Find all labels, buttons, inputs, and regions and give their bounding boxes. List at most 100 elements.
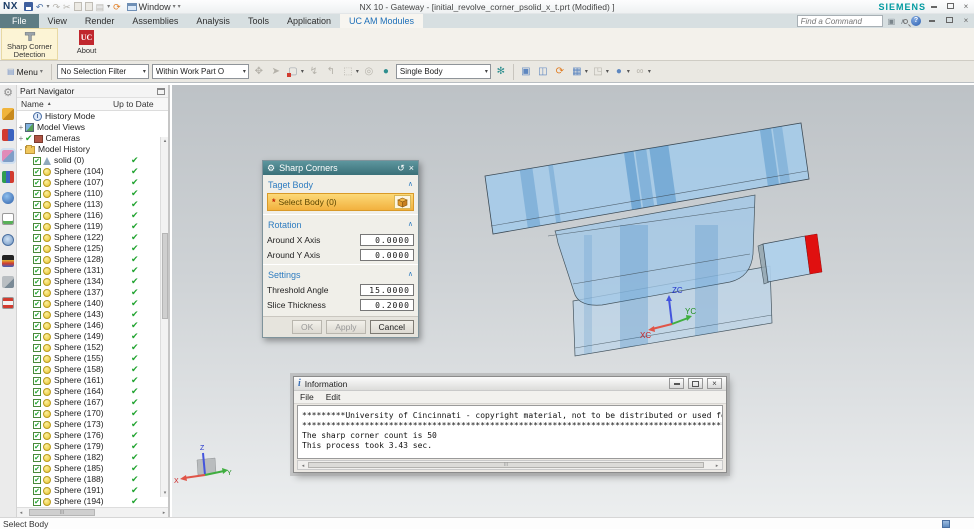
checkbox-icon[interactable]: ✔ bbox=[33, 398, 41, 407]
tree-row-sphere[interactable]: ✔ Sphere (107) ✔ bbox=[17, 177, 168, 188]
information-hscrollbar[interactable]: ◂ III ▸ bbox=[297, 460, 723, 470]
tree-row-sphere[interactable]: ✔ Sphere (119) ✔ bbox=[17, 221, 168, 232]
checkbox-icon[interactable]: ✔ bbox=[33, 486, 41, 495]
apply-button[interactable]: Apply bbox=[326, 320, 366, 334]
tab-file[interactable]: File bbox=[0, 14, 39, 28]
tab-analysis[interactable]: Analysis bbox=[187, 14, 239, 28]
window-view-icon[interactable]: ◫ bbox=[536, 65, 550, 79]
checkbox-icon[interactable]: ✔ bbox=[33, 277, 41, 286]
tree-row-sphere[interactable]: ✔ Sphere (122) ✔ bbox=[17, 232, 168, 243]
info-menu-edit[interactable]: Edit bbox=[326, 392, 341, 402]
tree-row-sphere[interactable]: ✔ Sphere (140) ✔ bbox=[17, 298, 168, 309]
select-arrow-icon[interactable]: ➤ bbox=[269, 65, 283, 79]
tree-vertical-scrollbar[interactable]: ▴ ▾ bbox=[160, 137, 168, 497]
checkbox-icon[interactable]: ✔ bbox=[33, 244, 41, 253]
tree-row-sphere[interactable]: ✔ Sphere (176) ✔ bbox=[17, 430, 168, 441]
tree-row-sphere[interactable]: ✔ Sphere (137) ✔ bbox=[17, 287, 168, 298]
assembly-navigator-icon[interactable] bbox=[2, 108, 14, 120]
general-object-icon[interactable]: ● bbox=[379, 65, 393, 79]
minimize-button[interactable] bbox=[928, 2, 940, 12]
checkbox-icon[interactable]: ✔ bbox=[33, 332, 41, 341]
checkbox-icon[interactable]: ✔ bbox=[33, 255, 41, 264]
history-palette-icon[interactable] bbox=[2, 213, 14, 225]
help-icon[interactable]: ? bbox=[911, 16, 921, 26]
point-selection-caret-icon[interactable]: ▾ bbox=[301, 68, 304, 75]
snap-point-icon[interactable]: ✥ bbox=[252, 65, 266, 79]
around-x-input[interactable]: 0.0000 bbox=[360, 233, 414, 246]
tree-row-sphere[interactable]: ✔ Sphere (188) ✔ bbox=[17, 474, 168, 485]
info-minimize-button[interactable] bbox=[669, 378, 684, 389]
edit-object-display-icon[interactable]: ◳ bbox=[591, 65, 605, 79]
tree-row-sphere[interactable]: ✔ Sphere (161) ✔ bbox=[17, 375, 168, 386]
information-content[interactable]: *********University of Cincinnati - copy… bbox=[297, 405, 723, 459]
about-button[interactable]: UC About bbox=[58, 28, 115, 60]
checkbox-icon[interactable]: ✔ bbox=[33, 376, 41, 385]
tree-row-sphere[interactable]: ✔ Sphere (191) ✔ bbox=[17, 485, 168, 496]
tree-row-sphere[interactable]: ✔ Sphere (116) ✔ bbox=[17, 210, 168, 221]
slice-thickness-input[interactable]: 0.2000 bbox=[360, 298, 414, 311]
tree-row-sphere[interactable]: ✔ Sphere (185) ✔ bbox=[17, 463, 168, 474]
process-tool-icon[interactable] bbox=[2, 276, 14, 288]
model-tab-face[interactable] bbox=[762, 235, 811, 283]
tree-row-sphere[interactable]: ✔ Sphere (182) ✔ bbox=[17, 452, 168, 463]
tree-row-sphere[interactable]: ✔ Sphere (179) ✔ bbox=[17, 441, 168, 452]
screenshot-icon[interactable]: ▣ bbox=[888, 17, 896, 26]
info-menu-file[interactable]: File bbox=[300, 392, 314, 402]
checkbox-icon[interactable]: ✔ bbox=[33, 409, 41, 418]
checkbox-icon[interactable]: ✔ bbox=[33, 365, 41, 374]
color-palette-icon[interactable] bbox=[2, 255, 14, 267]
settings-section[interactable]: Settings ∧ bbox=[267, 268, 414, 282]
undo-icon[interactable]: ↶ bbox=[36, 2, 44, 12]
redo-icon[interactable]: ↷ bbox=[52, 2, 60, 12]
tree-row-sphere[interactable]: ✔ Sphere (194) ✔ bbox=[17, 496, 168, 507]
checkbox-icon[interactable]: ✔ bbox=[33, 387, 41, 396]
rectangle-select-caret-icon[interactable]: ▾ bbox=[356, 68, 359, 75]
roles-gear-icon[interactable]: ⚙ bbox=[2, 87, 14, 99]
glasses-caret-icon[interactable]: ▾ bbox=[648, 68, 651, 75]
tree-row-sphere[interactable]: ✔ Sphere (149) ✔ bbox=[17, 331, 168, 342]
info-close-button[interactable]: × bbox=[707, 378, 722, 389]
refresh-view-icon[interactable]: ⟳ bbox=[553, 65, 567, 79]
copy-icon[interactable] bbox=[73, 2, 82, 11]
point-selection-icon[interactable]: ▢ bbox=[286, 65, 300, 79]
scroll-right-icon[interactable]: ▸ bbox=[160, 509, 168, 517]
history-clock-icon[interactable] bbox=[2, 234, 14, 246]
constraint-navigator-icon[interactable] bbox=[2, 129, 14, 141]
checkbox-icon[interactable]: ✔ bbox=[33, 475, 41, 484]
checkbox-icon[interactable]: ✔ bbox=[33, 464, 41, 473]
paste-icon[interactable] bbox=[84, 2, 93, 11]
checkbox-icon[interactable]: ✔ bbox=[33, 442, 41, 451]
snowflake-icon[interactable]: ✻ bbox=[494, 65, 508, 79]
dialog-close-icon[interactable]: × bbox=[409, 163, 414, 173]
tab-application[interactable]: Application bbox=[278, 14, 340, 28]
part-navigator-icon[interactable] bbox=[0, 148, 16, 164]
repeat-command-icon[interactable]: ▤ bbox=[96, 2, 105, 12]
tab-tools[interactable]: Tools bbox=[239, 14, 278, 28]
status-notification-icon[interactable] bbox=[942, 520, 950, 528]
scroll-up-icon[interactable]: ▴ bbox=[161, 137, 168, 145]
rotation-section[interactable]: Rotation ∧ bbox=[267, 218, 414, 232]
tree-row-sphere[interactable]: ✔ Sphere (113) ✔ bbox=[17, 199, 168, 210]
tree-vscroll-thumb[interactable] bbox=[162, 233, 168, 319]
doc-minimize-button[interactable] bbox=[926, 16, 938, 26]
tab-uc-am-modules[interactable]: UC AM Modules bbox=[339, 14, 424, 28]
tab-view[interactable]: View bbox=[39, 14, 76, 28]
glasses-icon[interactable]: ∞ bbox=[633, 65, 647, 79]
tree-horizontal-scrollbar[interactable]: ◂ III ▸ bbox=[17, 507, 168, 517]
info-hscroll-thumb[interactable]: III bbox=[308, 462, 704, 468]
close-button[interactable]: × bbox=[960, 2, 972, 12]
checkbox-icon[interactable]: ✔ bbox=[33, 178, 41, 187]
checkbox-icon[interactable]: ✔ bbox=[33, 431, 41, 440]
information-titlebar[interactable]: i Information × bbox=[294, 377, 726, 391]
checkbox-icon[interactable]: ✔ bbox=[33, 233, 41, 242]
info-scroll-left-icon[interactable]: ◂ bbox=[299, 462, 307, 470]
expander-icon[interactable]: + bbox=[17, 133, 25, 144]
checkbox-icon[interactable]: ✔ bbox=[33, 420, 41, 429]
menu-button[interactable]: ▤ Menu ▾ bbox=[4, 66, 46, 78]
checkbox-icon[interactable]: ✔ bbox=[33, 288, 41, 297]
tree-row-sphere[interactable]: ✔ Sphere (125) ✔ bbox=[17, 243, 168, 254]
tree-row-sphere[interactable]: ✔ Sphere (170) ✔ bbox=[17, 408, 168, 419]
selection-filter-dropdown[interactable]: No Selection Filter bbox=[56, 64, 149, 79]
tree-hscroll-thumb[interactable]: III bbox=[29, 509, 95, 516]
collapse-chevron-icon[interactable]: ∧ bbox=[408, 220, 413, 230]
